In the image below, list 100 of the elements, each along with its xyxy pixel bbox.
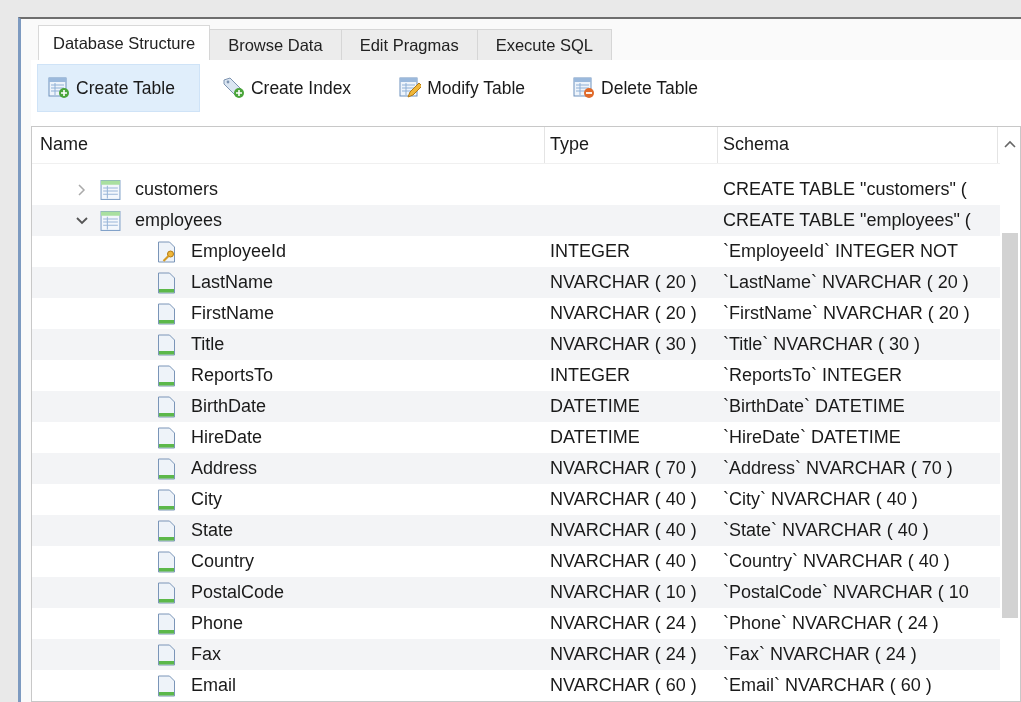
type-cell: INTEGER [550,365,630,386]
item-name: FirstName [191,303,274,324]
tree-row[interactable]: Email NVARCHAR ( 60 ) `Email` NVARCHAR ( 60 ) [32,670,1000,701]
item-name: City [191,489,222,510]
tree-row[interactable]: PostalCode NVARCHAR ( 10 ) `PostalCode` NVARCHAR ( 10 [32,577,1000,608]
tree-row[interactable]: EmployeeId INTEGER `EmployeeId` INTEGER NOT [32,236,1000,267]
toolbar-button[interactable]: Modify Table [388,64,551,112]
field-icon [156,395,177,418]
table-icon [100,209,121,232]
type-cell: NVARCHAR ( 40 ) [550,520,697,541]
field-icon [156,488,177,511]
item-name: Country [191,551,255,572]
toolbar-button[interactable]: Create Table [37,64,200,112]
field-icon [156,426,177,449]
field-icon [156,550,177,573]
field-icon [156,333,177,356]
schema-cell: `Phone` NVARCHAR ( 24 ) [723,613,939,634]
field-icon [156,643,177,666]
schema-cell: `Email` NVARCHAR ( 60 ) [723,675,932,696]
item-name: Fax [191,644,221,665]
field-icon [156,581,177,604]
scroll-thumb[interactable] [1002,233,1018,618]
tree-row[interactable]: City NVARCHAR ( 40 ) `City` NVARCHAR ( 40 ) [32,484,1000,515]
field-icon [156,457,177,480]
column-header[interactable]: Schema [718,127,998,163]
schema-cell: `State` NVARCHAR ( 40 ) [723,520,929,541]
type-cell: NVARCHAR ( 30 ) [550,334,697,355]
type-cell: NVARCHAR ( 40 ) [550,551,697,572]
schema-cell: `HireDate` DATETIME [723,427,901,448]
item-name: HireDate [191,427,263,448]
type-cell: NVARCHAR ( 70 ) [550,458,697,479]
tree-row[interactable]: LastName NVARCHAR ( 20 ) `LastName` NVARCHAR ( 20 ) [32,267,1000,298]
field-icon [156,302,177,325]
table-add-icon [48,77,70,99]
key-field-icon [156,240,177,263]
schema-cell: `Fax` NVARCHAR ( 24 ) [723,644,917,665]
schema-cell: CREATE TABLE "customers" ( [723,179,967,200]
schema-cell: `Address` NVARCHAR ( 70 ) [723,458,953,479]
field-icon [156,519,177,542]
tree-row[interactable]: State NVARCHAR ( 40 ) `State` NVARCHAR ( 40 ) [32,515,1000,546]
type-cell: INTEGER [550,241,630,262]
tree-row[interactable]: Address NVARCHAR ( 70 ) `Address` NVARCHAR ( 70 ) [32,453,1000,484]
tree-row[interactable]: HireDate DATETIME `HireDate` DATETIME [32,422,1000,453]
tree-row[interactable]: Country NVARCHAR ( 40 ) `Country` NVARCHAR ( 40 ) [32,546,1000,577]
tree-row[interactable]: customers CREATE TABLE "customers" ( [32,174,1000,205]
schema-cell: `City` NVARCHAR ( 40 ) [723,489,918,510]
field-icon [156,364,177,387]
tab[interactable]: Edit Pragmas [340,29,478,60]
schema-cell: `ReportsTo` INTEGER [723,365,903,386]
type-cell: NVARCHAR ( 20 ) [550,303,697,324]
tab[interactable]: Browse Data [209,29,342,60]
field-icon [156,271,177,294]
tag-add-icon [222,77,245,99]
tree-row[interactable]: Fax NVARCHAR ( 24 ) `Fax` NVARCHAR ( 24 ) [32,639,1000,670]
tab[interactable]: Execute SQL [476,29,612,60]
item-name: Title [191,334,225,355]
table-icon [100,178,121,201]
field-icon [156,674,177,697]
scroll-up-icon[interactable] [1004,140,1016,148]
item-name: BirthDate [191,396,267,417]
type-cell: DATETIME [550,396,640,417]
schema-cell: `EmployeeId` INTEGER NOT [723,241,959,262]
tree-row[interactable]: ReportsTo INTEGER `ReportsTo` INTEGER [32,360,1000,391]
item-name: customers [135,179,219,200]
item-name: Phone [191,613,244,634]
table-pencil-icon [399,77,422,99]
column-header[interactable]: Name [32,127,545,163]
item-name: LastName [191,272,274,293]
type-cell: NVARCHAR ( 24 ) [550,644,697,665]
toolbar-button[interactable]: Create Index [211,64,377,112]
schema-cell: CREATE TABLE "employees" ( [723,210,971,231]
tree-row[interactable]: Title NVARCHAR ( 30 ) `Title` NVARCHAR ( 30 ) [32,329,1000,360]
type-cell: NVARCHAR ( 10 ) [550,582,697,603]
schema-cell: `Title` NVARCHAR ( 30 ) [723,334,920,355]
field-icon [156,612,177,635]
item-name: employees [135,210,223,231]
tree-row[interactable]: FirstName NVARCHAR ( 20 ) `FirstName` NVARCHAR ( 20 ) [32,298,1000,329]
tab[interactable]: Database Structure [38,25,211,60]
column-header[interactable]: Type [545,127,718,163]
chevron-right-icon[interactable] [76,183,88,196]
tree-row[interactable]: employees CREATE TABLE "employees" ( [32,205,1000,236]
item-name: ReportsTo [191,365,274,386]
tree-row[interactable]: Phone NVARCHAR ( 24 ) `Phone` NVARCHAR ( 24 ) [32,608,1000,639]
schema-cell: `FirstName` NVARCHAR ( 20 ) [723,303,970,324]
schema-cell: `LastName` NVARCHAR ( 20 ) [723,272,969,293]
schema-cell: `BirthDate` DATETIME [723,396,905,417]
toolbar-button[interactable]: Delete Table [562,64,724,112]
type-cell: DATETIME [550,427,640,448]
item-name: EmployeeId [191,241,287,262]
table-remove-icon [573,77,596,99]
chevron-down-icon[interactable] [76,214,88,227]
type-cell: NVARCHAR ( 40 ) [550,489,697,510]
tree-row[interactable]: BirthDate DATETIME `BirthDate` DATETIME [32,391,1000,422]
schema-cell: `Country` NVARCHAR ( 40 ) [723,551,950,572]
type-cell: NVARCHAR ( 24 ) [550,613,697,634]
item-name: Address [191,458,258,479]
type-cell: NVARCHAR ( 60 ) [550,675,697,696]
item-name: PostalCode [191,582,285,603]
item-name: State [191,520,234,541]
schema-cell: `PostalCode` NVARCHAR ( 10 [723,582,969,603]
